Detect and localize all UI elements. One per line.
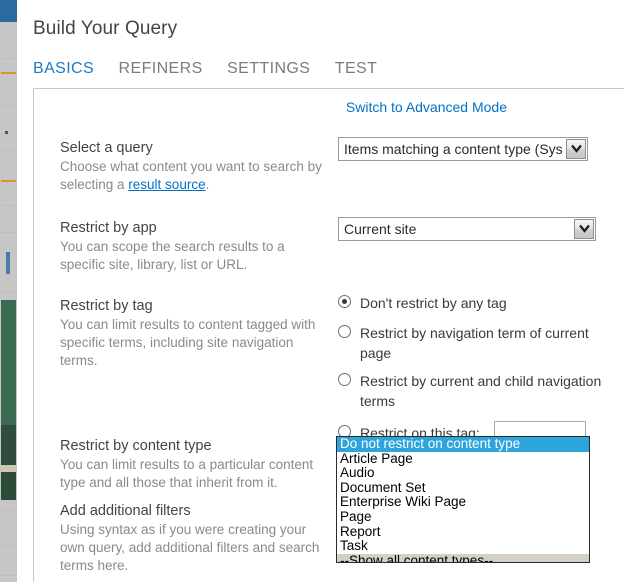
select-query-title: Select a query	[60, 140, 153, 156]
background-rule	[1, 150, 16, 151]
background-rule	[1, 205, 16, 206]
select-query-value: Items matching a content type (System)	[344, 141, 563, 157]
content-type-listbox[interactable]: Do not restrict on content type Article …	[336, 436, 590, 563]
basics-panel: Switch to Advanced Mode Select a query C…	[33, 88, 624, 582]
tab-test[interactable]: TEST	[335, 60, 378, 78]
select-query-description: Choose what content you want to search b…	[60, 158, 322, 194]
dialog-title: Build Your Query	[33, 18, 178, 39]
background-rule	[1, 232, 16, 233]
select-query-desc-period: .	[205, 177, 210, 192]
background-rule	[1, 105, 16, 106]
list-item[interactable]: Document Set	[337, 480, 589, 496]
switch-to-advanced-mode-link[interactable]: Switch to Advanced Mode	[346, 99, 507, 115]
select-query-dropdown[interactable]: Items matching a content type (System)	[338, 137, 588, 161]
restrict-app-title: Restrict by app	[60, 220, 157, 236]
restrict-app-labels: Restrict by app You can scope the search…	[60, 219, 322, 274]
select-query-labels: Select a query Choose what content you w…	[60, 139, 322, 194]
chevron-down-icon[interactable]	[566, 139, 586, 159]
restrict-content-type-labels: Restrict by content type You can limit r…	[60, 437, 322, 492]
restrict-app-field: Current site	[338, 217, 596, 241]
radio-dont-restrict[interactable]: Don't restrict by any tag	[338, 293, 606, 315]
background-accent-bar	[1, 180, 16, 182]
list-item[interactable]: Article Page	[337, 451, 589, 467]
radio-label: Don't restrict by any tag	[360, 295, 507, 311]
restrict-tag-radio-group: Don't restrict by any tag Restrict by na…	[338, 293, 606, 453]
background-rule	[1, 545, 16, 546]
background-rule	[1, 575, 16, 576]
restrict-tag-description: You can limit results to content tagged …	[60, 317, 316, 368]
list-item[interactable]: Enterprise Wiki Page	[337, 495, 589, 510]
background-page	[0, 0, 17, 582]
restrict-content-type-description: You can limit results to a particular co…	[60, 457, 314, 490]
background-thumbnail	[6, 252, 10, 274]
additional-filters-title: Add additional filters	[60, 503, 191, 519]
list-item[interactable]: Task	[337, 539, 589, 554]
additional-filters-description: Using syntax as if you were creating you…	[60, 522, 320, 573]
radio-dot-icon[interactable]	[338, 373, 351, 386]
restrict-content-type-title: Restrict by content type	[60, 438, 212, 454]
chevron-down-icon[interactable]	[574, 219, 594, 239]
background-rule	[1, 58, 16, 59]
background-rule	[1, 510, 16, 511]
build-query-dialog: Build Your Query BASICS REFINERS SETTING…	[17, 0, 624, 582]
list-item[interactable]: Report	[337, 524, 589, 540]
tab-settings[interactable]: SETTINGS	[227, 60, 310, 78]
background-image-block	[1, 425, 16, 465]
background-rule	[1, 292, 16, 293]
tab-refiners[interactable]: REFINERS	[119, 60, 203, 78]
list-item[interactable]: Audio	[337, 466, 589, 481]
radio-label: Restrict by current and child navigation…	[360, 373, 602, 409]
restrict-tag-labels: Restrict by tag You can limit results to…	[60, 297, 322, 370]
result-source-link[interactable]: result source	[128, 177, 205, 192]
additional-filters-labels: Add additional filters Using syntax as i…	[60, 502, 322, 575]
background-bullet	[5, 131, 8, 134]
restrict-tag-title: Restrict by tag	[60, 298, 153, 314]
radio-restrict-current-and-child-nav-terms[interactable]: Restrict by current and child navigation…	[338, 371, 606, 411]
list-item[interactable]: Do not restrict on content type	[337, 437, 589, 452]
background-image-block	[1, 472, 16, 500]
radio-label: Restrict by navigation term of current p…	[360, 325, 589, 361]
restrict-app-value: Current site	[344, 221, 417, 237]
background-image-block	[1, 300, 16, 425]
restrict-app-description: You can scope the search results to a sp…	[60, 239, 285, 272]
restrict-app-dropdown[interactable]: Current site	[338, 217, 596, 241]
select-query-field: Items matching a content type (System)	[338, 137, 588, 161]
background-suitebar	[0, 0, 17, 22]
list-item-show-all[interactable]: --Show all content types--	[337, 553, 589, 562]
radio-dot-icon[interactable]	[338, 295, 351, 308]
radio-dot-icon[interactable]	[338, 325, 351, 338]
tab-bar: BASICS REFINERS SETTINGS TEST	[33, 60, 397, 84]
background-accent-bar	[1, 72, 16, 74]
tab-basics[interactable]: BASICS	[33, 60, 94, 78]
radio-restrict-nav-term-current-page[interactable]: Restrict by navigation term of current p…	[338, 323, 606, 363]
list-item[interactable]: Page	[337, 509, 589, 525]
